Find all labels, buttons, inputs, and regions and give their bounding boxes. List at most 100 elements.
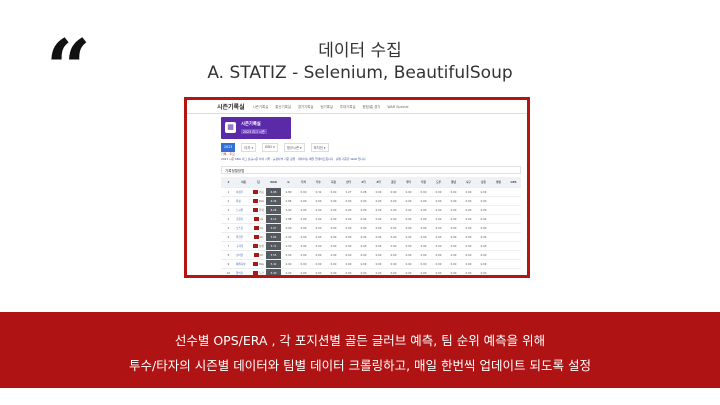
table-cell: 0.00 xyxy=(311,232,326,242)
team-cell: SSG xyxy=(251,259,266,269)
table-cell: 0.00 xyxy=(431,250,446,260)
table-cell: 0.00 xyxy=(371,241,386,251)
table-cell[interactable]: 오스틴 xyxy=(236,223,251,233)
table-cell: 0.00 xyxy=(401,223,416,233)
table-cell[interactable]: 이정후 xyxy=(236,187,251,197)
team-cell: 두산 xyxy=(251,268,266,275)
table-cell: 0.00 xyxy=(371,205,386,215)
table-row[interactable]: 3 노시환 한화 6.28 0.90 0.00 0.00 0.00 0.00 0.00 0.00 0… xyxy=(221,205,521,215)
table-cell: 0.00 xyxy=(416,187,431,197)
table-cell: 0.00 xyxy=(401,232,416,242)
table-cell: 0.00 xyxy=(311,268,326,275)
filter-position[interactable]: 포지션 ▾ xyxy=(310,143,329,152)
table-cell: 5.84 xyxy=(266,232,281,242)
site-title[interactable]: 시즌기록실 xyxy=(217,102,245,111)
table-cell[interactable]: 노시환 xyxy=(236,205,251,215)
table-cell: 0.00 xyxy=(281,232,296,242)
table-header-cell[interactable]: 득점 xyxy=(326,177,341,188)
table-cell: 0.00 xyxy=(371,250,386,260)
nav-item[interactable]: 투대기록실 xyxy=(340,104,356,109)
table-cell: 10 xyxy=(221,268,236,275)
table-header-cell[interactable]: WAR xyxy=(266,177,281,188)
table-cell: 5.42 xyxy=(266,259,281,269)
table-cell[interactable]: 양의지 xyxy=(236,268,251,275)
team-logo-icon xyxy=(253,253,259,257)
table-cell: 0.00 xyxy=(371,268,386,275)
table-row[interactable]: 8 손아섭 NC 5.55 0.00 0.00 0.00 0.00 0.00 0.00 0.00 0… xyxy=(221,250,521,260)
table-cell: 0.00 xyxy=(326,223,341,233)
table-cell: 5 xyxy=(221,223,236,233)
team-logo-icon xyxy=(253,244,259,248)
nav-item[interactable]: 시즌기록실 xyxy=(253,104,269,109)
table-cell: 0.00 xyxy=(356,268,371,275)
table-header-cell[interactable]: 도루 xyxy=(431,177,446,188)
table-cell[interactable]: 에레디아 xyxy=(236,259,251,269)
table-cell: 0.00 xyxy=(401,259,416,269)
table-header-cell[interactable]: 타석 xyxy=(296,177,311,188)
table-cell: 6.36 xyxy=(266,196,281,206)
table-header-cell[interactable]: 타점 xyxy=(416,177,431,188)
table-cell: 1.27 xyxy=(341,187,356,197)
team-cell: SSG xyxy=(251,196,266,206)
table-header-cell[interactable]: 안타 xyxy=(341,177,356,188)
table-cell: 0.00 xyxy=(416,223,431,233)
table-cell: 0.00 xyxy=(416,259,431,269)
table-cell[interactable]: 손아섭 xyxy=(236,250,251,260)
table-cell: 0.00 xyxy=(371,259,386,269)
table-cell: 0.00 xyxy=(386,259,401,269)
table-header-cell[interactable]: 팀 xyxy=(251,177,266,188)
table-cell: 6.98 xyxy=(266,187,281,197)
table-cell: 0.00 xyxy=(356,196,371,206)
table-header-cell[interactable]: 이름 xyxy=(236,177,251,188)
nav-item[interactable]: 팀기록실 xyxy=(320,104,332,109)
team-logo-icon xyxy=(253,235,259,239)
table-header-cell[interactable]: OPS xyxy=(506,177,521,188)
table-cell: 0.00 xyxy=(416,250,431,260)
table-header-cell[interactable]: 2타 xyxy=(356,177,371,188)
table-row[interactable]: 6 박건우 NC 5.84 0.00 0.00 0.00 0.00 0.00 0.00 0.00 0… xyxy=(221,232,521,242)
table-row[interactable]: 2 최정 SSG 6.36 0.86 0.00 0.00 0.00 0.00 0.00 0.00 0… xyxy=(221,196,521,206)
filter-league[interactable]: KBO ▾ xyxy=(262,143,278,152)
nav-item[interactable]: 통산기록실 xyxy=(275,104,291,109)
table-cell: 0.00 xyxy=(401,250,416,260)
table-header-cell[interactable]: 루타 xyxy=(401,177,416,188)
table-cell: 9 xyxy=(221,259,236,269)
table-row[interactable]: 5 오스틴 LG 5.97 0.00 0.00 0.00 0.00 0.00 0.00 0.00 0… xyxy=(221,223,521,233)
table-header-cell[interactable]: 삼진 xyxy=(476,177,491,188)
table-cell xyxy=(506,187,521,197)
table-cell: 5.97 xyxy=(266,223,281,233)
table-cell: 0.00 xyxy=(446,268,461,275)
filter-series[interactable]: 정규시즌 ▾ xyxy=(283,143,305,152)
table-header-cell[interactable]: 병살 xyxy=(491,177,506,188)
filter-type[interactable]: 타자 ▾ xyxy=(241,143,257,152)
table-cell: 3 xyxy=(221,205,236,215)
table-cell: 0.00 xyxy=(311,259,326,269)
table-cell: 0.00 xyxy=(401,241,416,251)
table-header-cell[interactable]: 타수 xyxy=(311,177,326,188)
table-row[interactable]: 1 이정후 키움 6.98 0.80 0.00 0.32 0.00 1.27 0.08 0.00 0… xyxy=(221,187,521,197)
nav-item[interactable]: 원정/홈 경기 xyxy=(363,104,381,109)
sub-links[interactable]: 기록 · 주요 xyxy=(221,152,235,156)
table-header-cell[interactable]: 볼넷 xyxy=(446,177,461,188)
team-logo-icon xyxy=(253,271,259,275)
table-cell[interactable]: 최정 xyxy=(236,196,251,206)
table-header-row: # 이름 팀 WAR G 타석 타수 득점 안타 2타 3타 홈런 루타 타점 도루 볼넷 사구 삼진 병살 OPS xyxy=(221,177,521,188)
table-header-cell[interactable]: 사구 xyxy=(461,177,476,188)
table-cell[interactable]: 박건우 xyxy=(236,232,251,242)
table-row[interactable]: 10 양의지 두산 5.30 0.00 0.00 0.00 0.00 0.00 0.00 0.00… xyxy=(221,268,521,275)
table-cell xyxy=(491,241,506,251)
table-row[interactable]: 7 구자욱 삼성 5.71 0.00 0.00 0.00 0.00 0.00 0.00 0.00 0… xyxy=(221,241,521,251)
filter-season[interactable]: 2023 xyxy=(221,143,236,152)
description-line-2: 투수/타자의 시즌별 데이터와 팀별 데이터 크롤링하고, 매일 한번씩 업데이… xyxy=(129,358,591,373)
table-header-cell[interactable]: G xyxy=(281,177,296,188)
table-cell[interactable]: 홍창기 xyxy=(236,214,251,224)
table-cell: 0.00 xyxy=(416,214,431,224)
nav-item[interactable]: WAR Special xyxy=(387,105,408,109)
table-header-cell[interactable]: 홈런 xyxy=(386,177,401,188)
table-header-cell[interactable]: 3타 xyxy=(371,177,386,188)
table-cell[interactable]: 구자욱 xyxy=(236,241,251,251)
table-row[interactable]: 4 홍창기 LG 6.12 0.88 0.00 0.00 0.00 0.00 0.00 0.00 0… xyxy=(221,214,521,224)
nav-item[interactable]: 경기기록실 xyxy=(298,104,314,109)
table-row[interactable]: 9 에레디아 SSG 5.42 0.00 0.00 0.00 0.00 0.00 0.00 0.0… xyxy=(221,259,521,269)
table-header-cell[interactable]: # xyxy=(221,177,236,188)
